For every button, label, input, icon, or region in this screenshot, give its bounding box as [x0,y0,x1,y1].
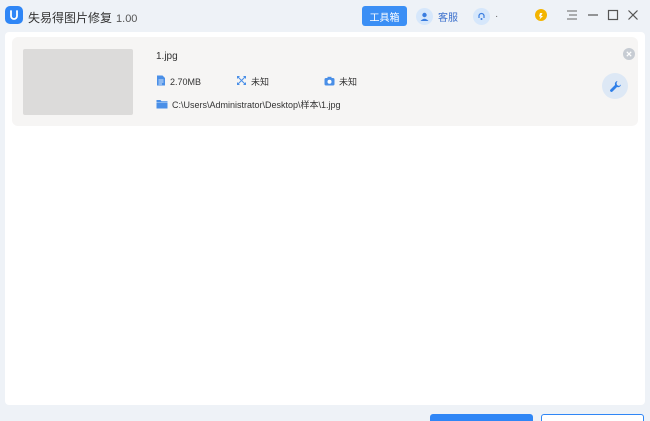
menu-icon[interactable] [565,8,579,22]
app-title-text: 失易得图片修复 [28,11,113,25]
document-icon [156,75,166,88]
file-name: 1.jpg [156,51,178,62]
minimize-icon[interactable] [586,8,600,22]
toolbox-button[interactable]: 工具箱 [362,6,407,26]
headset-user-icon [416,7,433,25]
camera-text: 未知 [339,77,358,87]
customer-service-label: 客服 [438,12,458,24]
title-bar: 失易得图片修复 1.00 工具箱 客服 · [0,0,650,32]
resolution-info: 未知 [236,75,269,88]
account-button[interactable]: · [473,7,498,25]
user-avatar-icon [473,7,490,25]
close-icon[interactable] [626,8,640,22]
app-logo-icon [5,6,23,24]
resolution-text: 未知 [251,77,270,87]
wrench-icon [609,80,621,92]
customer-service-button[interactable]: 客服 [416,7,458,25]
remove-icon [626,51,632,57]
remove-file-button[interactable] [623,48,635,60]
file-path-info: C:\Users\Administrator\Desktop\样本\1.jpg [156,98,341,111]
camera-info: 未知 [324,75,357,88]
resize-icon [236,75,247,88]
secondary-action-button[interactable] [541,414,644,421]
coin-icon[interactable] [535,9,547,21]
maximize-icon[interactable] [606,8,620,22]
file-card[interactable]: 1.jpg 2.70MB 未知 未知 C:\Users\Administrato… [12,37,638,126]
repair-button[interactable] [602,73,628,99]
camera-icon [324,76,335,88]
file-path-text: C:\Users\Administrator\Desktop\样本\1.jpg [172,100,341,110]
folder-icon [156,99,168,111]
file-size-info: 2.70MB [156,75,201,88]
file-size-text: 2.70MB [170,76,202,87]
file-thumbnail [23,49,133,115]
app-version: 1.00 [116,13,138,25]
primary-action-button[interactable] [430,414,533,421]
app-title: 失易得图片修复 1.00 [28,9,137,26]
account-label: · [495,10,499,22]
file-list-panel: 1.jpg 2.70MB 未知 未知 C:\Users\Administrato… [5,32,645,405]
